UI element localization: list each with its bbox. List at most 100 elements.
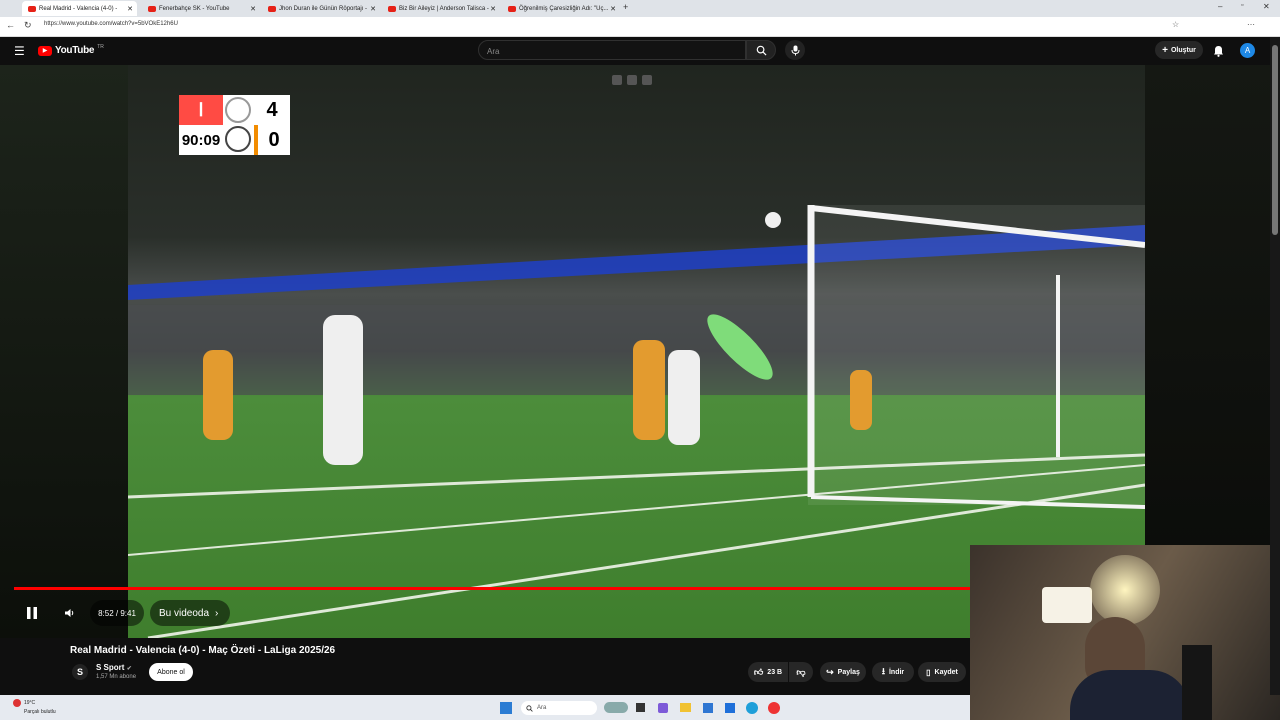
video-title: Real Madrid - Valencia (4-0) - Maç Özeti… bbox=[70, 645, 336, 656]
webcam-overlay bbox=[970, 545, 1280, 720]
screenshot-icon[interactable] bbox=[627, 75, 637, 85]
browser-tab-bar: Real Madrid - Valencia (4-0) - ✕ Fenerba… bbox=[0, 0, 1280, 17]
time-display: 8:52 / 9:41 bbox=[90, 600, 144, 626]
close-tab-icon[interactable]: ✕ bbox=[490, 5, 496, 13]
save-button[interactable]: ▯ Kaydet bbox=[918, 662, 966, 682]
close-tab-icon[interactable]: ✕ bbox=[370, 5, 376, 13]
task-view-icon[interactable] bbox=[636, 703, 645, 712]
clip-icon[interactable] bbox=[642, 75, 652, 85]
bell-icon bbox=[1214, 46, 1223, 57]
tab-label: Öğrenilmiş Çaresizliğin Adı: "Uç... bbox=[519, 5, 609, 12]
file-explorer-icon[interactable] bbox=[680, 703, 691, 712]
like-button[interactable]: 👍︎ 23 B bbox=[748, 662, 788, 682]
create-button[interactable]: + Oluştur bbox=[1155, 41, 1203, 59]
store-icon[interactable] bbox=[703, 703, 713, 713]
taskbar-search-placeholder: Ara bbox=[537, 705, 547, 711]
close-tab-icon[interactable]: ✕ bbox=[610, 5, 616, 13]
download-icon: ⭳ bbox=[881, 666, 885, 676]
search-button[interactable] bbox=[746, 40, 776, 60]
tab-label: Fenerbahçe SK - YouTube bbox=[159, 5, 230, 12]
microphone-icon bbox=[791, 45, 799, 55]
notifications-button[interactable] bbox=[1213, 44, 1224, 62]
chair bbox=[1182, 645, 1212, 720]
share-button[interactable]: ↪ Paylaş bbox=[820, 662, 866, 682]
browser-tab[interactable]: Jhon Duran ile Günün Röportajı - ✕ bbox=[262, 1, 380, 16]
verified-icon: ✔ bbox=[126, 666, 132, 672]
scoreboard: ⅼ 4 0 90:09 bbox=[179, 95, 290, 155]
share-icon: ↪ bbox=[826, 666, 834, 677]
pause-icon bbox=[27, 607, 37, 619]
weather-description: Parçalı bulutlu bbox=[24, 709, 56, 715]
avatar[interactable]: A bbox=[1240, 43, 1255, 58]
bookmark-icon: ▯ bbox=[926, 667, 931, 677]
back-icon[interactable]: ← bbox=[6, 20, 15, 30]
volume-button[interactable] bbox=[58, 600, 80, 626]
logo-region: TR bbox=[97, 43, 104, 50]
reload-icon[interactable]: ↻ bbox=[24, 20, 32, 31]
youtube-favicon-icon bbox=[28, 5, 36, 12]
create-label: Oluştur bbox=[1170, 46, 1196, 54]
search-icon bbox=[526, 704, 533, 712]
picture-in-picture-icon[interactable] bbox=[612, 75, 622, 85]
address-bar: ← ↻ https://www.youtube.com/watch?v=5bVO… bbox=[0, 17, 1280, 37]
plus-icon: + bbox=[1162, 44, 1168, 56]
browser-tab[interactable]: Öğrenilmiş Çaresizliğin Adı: "Uç... ✕ bbox=[502, 1, 620, 16]
app-icon[interactable] bbox=[658, 703, 668, 713]
thumbs-up-icon: 👍︎ bbox=[753, 666, 764, 677]
youtube-logo[interactable]: ▶ YouTube TR bbox=[38, 43, 104, 56]
browser-tab[interactable]: Biz Bir Aileyiz | Anderson Talisca - ✕ bbox=[382, 1, 500, 16]
favorite-star-icon[interactable]: ☆ bbox=[1172, 20, 1179, 29]
close-tab-icon[interactable]: ✕ bbox=[127, 5, 133, 13]
pause-button[interactable] bbox=[18, 600, 46, 626]
youtube-favicon-icon bbox=[508, 5, 516, 12]
youtube-header: ☰ ▶ YouTube TR Ara + Oluştur A bbox=[0, 37, 1270, 65]
youtube-favicon-icon bbox=[148, 5, 156, 12]
mail-icon[interactable] bbox=[725, 703, 735, 713]
browser-tab-active[interactable]: Real Madrid - Valencia (4-0) - ✕ bbox=[22, 1, 137, 16]
subscribe-button[interactable]: Abone ol bbox=[149, 663, 193, 681]
close-window-icon[interactable]: ✕ bbox=[1263, 2, 1270, 11]
maximize-icon[interactable]: ▫ bbox=[1241, 2, 1243, 9]
home-score: 4 bbox=[266, 98, 278, 121]
more-menu-icon[interactable]: ⋯ bbox=[1247, 20, 1255, 29]
overlay-toolbar bbox=[612, 75, 652, 85]
tab-label: Biz Bir Aileyiz | Anderson Talisca - bbox=[399, 5, 489, 12]
close-tab-icon[interactable]: ✕ bbox=[250, 5, 256, 13]
taskbar-search[interactable]: Ara bbox=[521, 701, 597, 715]
download-label: İndir bbox=[888, 668, 905, 676]
subscriber-count: 1,57 Mn abone bbox=[96, 674, 137, 680]
minimize-icon[interactable]: – bbox=[1218, 2, 1222, 11]
channel-name[interactable]: S Sport ✔ bbox=[96, 663, 132, 672]
volume-icon bbox=[64, 609, 73, 617]
tab-label: Jhon Duran ile Günün Röportajı - bbox=[279, 5, 368, 12]
start-icon[interactable] bbox=[500, 702, 512, 714]
chapter-button[interactable]: Bu videoda › bbox=[150, 600, 230, 626]
match-clock: 90:09 bbox=[181, 131, 221, 149]
search-icon bbox=[756, 45, 767, 56]
voice-search-button[interactable] bbox=[785, 40, 805, 60]
scrollbar-thumb[interactable] bbox=[1272, 45, 1278, 235]
person-body bbox=[1070, 670, 1190, 720]
app-icon-red[interactable] bbox=[768, 702, 780, 714]
away-score: 0 bbox=[254, 125, 290, 155]
hamburger-menu-icon[interactable]: ☰ bbox=[14, 44, 25, 58]
youtube-favicon-icon bbox=[268, 5, 276, 12]
search-input[interactable]: Ara bbox=[478, 40, 746, 60]
player-backdrop-left bbox=[0, 65, 128, 638]
widgets-icon[interactable] bbox=[604, 702, 628, 713]
browser-tab[interactable]: Fenerbahçe SK - YouTube ✕ bbox=[142, 1, 260, 16]
share-label: Paylaş bbox=[837, 668, 860, 676]
save-label: Kaydet bbox=[934, 668, 958, 676]
tab-label: Real Madrid - Valencia (4-0) - bbox=[39, 5, 118, 12]
youtube-favicon-icon bbox=[388, 5, 396, 12]
download-button[interactable]: ⭳ İndir bbox=[872, 662, 914, 682]
edge-icon[interactable] bbox=[746, 702, 758, 714]
url-field[interactable]: https://www.youtube.com/watch?v=5bVOkE12… bbox=[44, 21, 178, 27]
new-tab-icon[interactable]: + bbox=[623, 2, 628, 12]
like-count: 23 B bbox=[767, 668, 783, 676]
dislike-button[interactable]: 👎︎ bbox=[789, 662, 813, 682]
thumbs-down-icon: 👎︎ bbox=[796, 666, 806, 677]
channel-avatar[interactable]: S bbox=[72, 664, 88, 680]
weather-temperature: 19°C bbox=[24, 700, 36, 706]
lamp-shade bbox=[1042, 587, 1092, 623]
